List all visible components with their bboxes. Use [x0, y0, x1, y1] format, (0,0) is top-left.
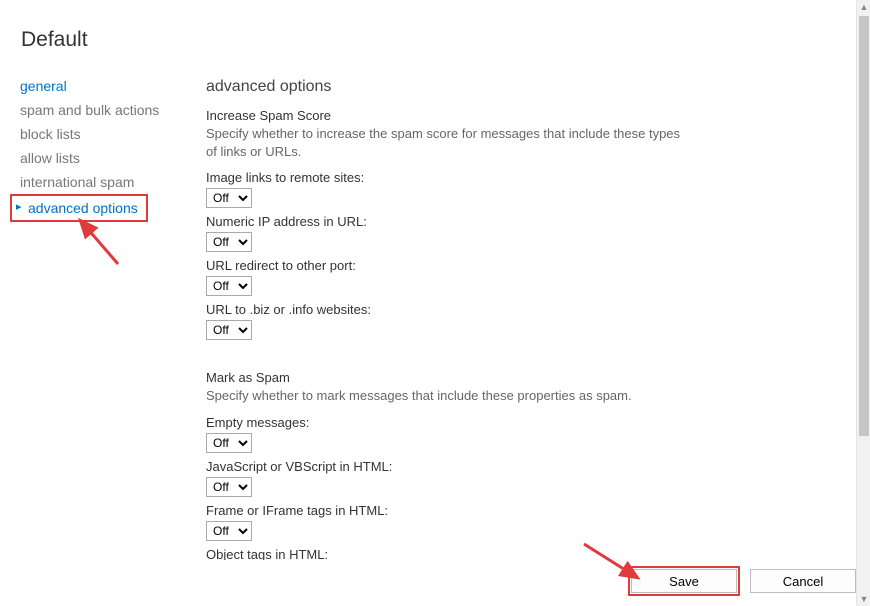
scrollbar-thumb[interactable]: [859, 16, 869, 436]
sidebar: general spam and bulk actions block list…: [0, 74, 190, 222]
section-mark-spam-title: Mark as Spam: [206, 370, 840, 385]
field-label-empty-messages: Empty messages:: [206, 415, 840, 430]
scrollbar[interactable]: ▲ ▼: [856, 0, 870, 606]
select-url-redirect[interactable]: Off: [206, 276, 252, 296]
field-label-js-vbs: JavaScript or VBScript in HTML:: [206, 459, 840, 474]
field-label-object-tags: Object tags in HTML:: [206, 547, 840, 560]
field-label-numeric-ip: Numeric IP address in URL:: [206, 214, 840, 229]
section-mark-spam-desc: Specify whether to mark messages that in…: [206, 387, 686, 405]
field-label-url-redirect: URL redirect to other port:: [206, 258, 840, 273]
select-frame-iframe[interactable]: Off: [206, 521, 252, 541]
cancel-button[interactable]: Cancel: [750, 569, 856, 593]
select-image-links[interactable]: Off: [206, 188, 252, 208]
content-panel: advanced options Increase Spam Score Spe…: [190, 74, 870, 560]
footer-buttons: Save Cancel: [628, 566, 856, 596]
section-increase-spam-title: Increase Spam Score: [206, 108, 840, 123]
select-empty-messages[interactable]: Off: [206, 433, 252, 453]
scroll-up-icon[interactable]: ▲: [857, 0, 870, 14]
sidebar-item-general[interactable]: general: [12, 74, 190, 98]
sidebar-item-spam-bulk[interactable]: spam and bulk actions: [12, 98, 190, 122]
sidebar-item-allow-lists[interactable]: allow lists: [12, 146, 190, 170]
scroll-down-icon[interactable]: ▼: [857, 592, 870, 606]
sidebar-item-advanced-options[interactable]: advanced options: [12, 196, 146, 220]
sidebar-item-international-spam[interactable]: international spam: [12, 170, 190, 194]
highlight-advanced-options: advanced options: [10, 194, 148, 222]
sidebar-item-block-lists[interactable]: block lists: [12, 122, 190, 146]
select-biz-info[interactable]: Off: [206, 320, 252, 340]
page-title: Default: [0, 0, 870, 74]
save-button[interactable]: Save: [631, 569, 737, 593]
field-label-frame-iframe: Frame or IFrame tags in HTML:: [206, 503, 840, 518]
select-numeric-ip[interactable]: Off: [206, 232, 252, 252]
select-js-vbs[interactable]: Off: [206, 477, 252, 497]
field-label-biz-info: URL to .biz or .info websites:: [206, 302, 840, 317]
field-label-image-links: Image links to remote sites:: [206, 170, 840, 185]
content-heading: advanced options: [206, 78, 840, 96]
section-increase-spam-desc: Specify whether to increase the spam sco…: [206, 125, 686, 160]
highlight-save: Save: [628, 566, 740, 596]
